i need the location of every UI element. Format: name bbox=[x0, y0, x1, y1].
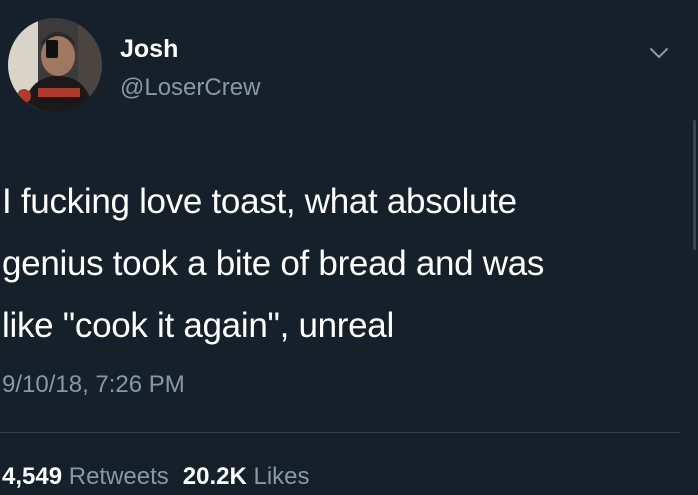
user-handle[interactable]: @LoserCrew bbox=[120, 73, 260, 103]
divider bbox=[0, 432, 680, 433]
display-name[interactable]: Josh bbox=[120, 34, 178, 64]
tweet-card: Josh @LoserCrew I fucking love toast, wh… bbox=[0, 0, 698, 495]
retweets-label: Retweets bbox=[68, 463, 169, 490]
avatar[interactable] bbox=[8, 18, 102, 112]
tweet-timestamp[interactable]: 9/10/18, 7:26 PM bbox=[2, 370, 185, 400]
scrollbar[interactable] bbox=[693, 120, 696, 250]
tweet-text: I fucking love toast, what absolute geni… bbox=[2, 171, 682, 357]
tweet-text-line: I fucking love toast, what absolute bbox=[2, 182, 517, 221]
likes-stat[interactable]: 20.2K Likes bbox=[183, 463, 324, 490]
likes-count: 20.2K bbox=[182, 463, 247, 490]
tweet-text-line: like "cook it again", unreal bbox=[2, 306, 394, 345]
likes-label: Likes bbox=[253, 463, 310, 490]
retweets-count: 4,549 bbox=[2, 463, 63, 490]
tweet-stats: 4,549 Retweets 20.2K Likes bbox=[2, 462, 324, 492]
retweets-stat[interactable]: 4,549 Retweets bbox=[2, 463, 183, 490]
avatar-photo bbox=[8, 18, 102, 112]
tweet-text-line: genius took a bite of bread and was bbox=[2, 244, 545, 283]
chevron-down-icon[interactable] bbox=[648, 42, 670, 64]
